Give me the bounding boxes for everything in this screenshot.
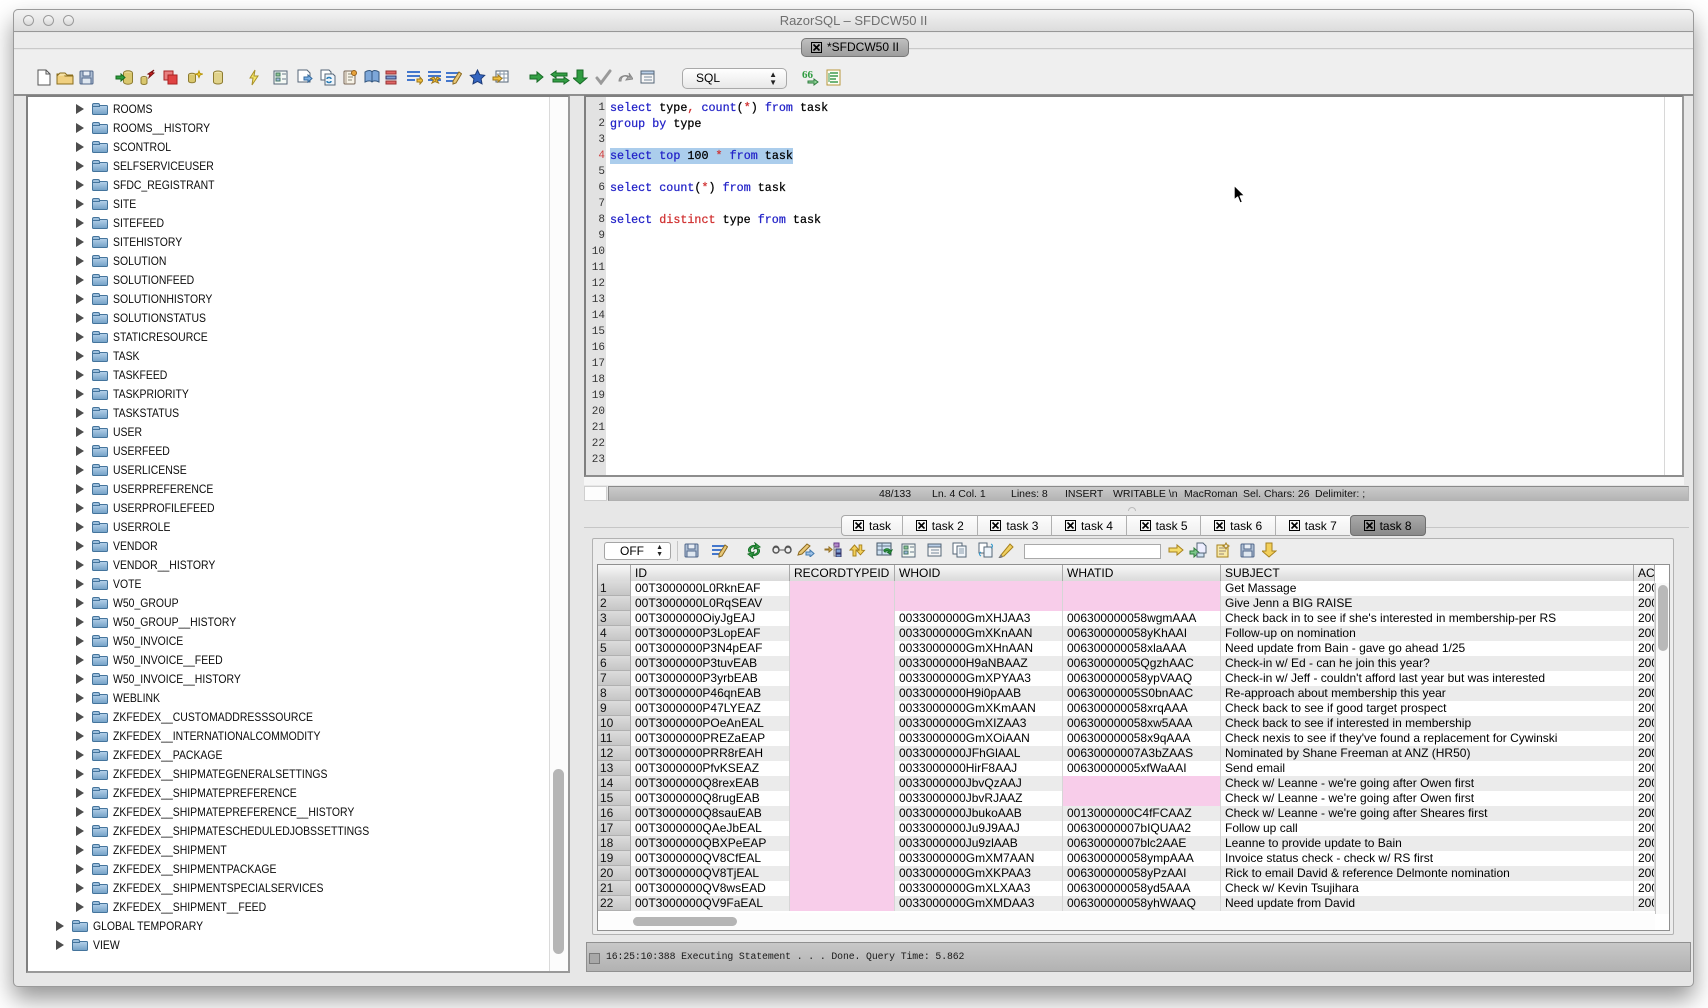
svg-text:66: 66 [802, 69, 814, 81]
